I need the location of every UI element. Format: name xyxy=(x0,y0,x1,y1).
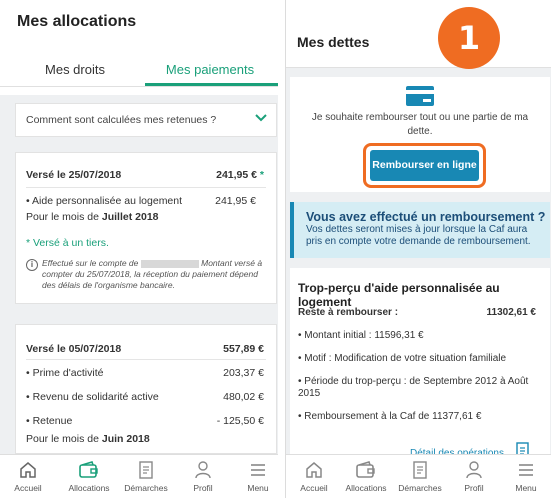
dettes-screen: Mes dettes 1 Je souhaite rembourser tout… xyxy=(285,0,551,498)
info-text-start: Effectué sur le compte de xyxy=(42,258,141,268)
document-icon xyxy=(413,461,427,479)
payment-line: • Aide personnalisée au logement 241,95 … xyxy=(26,195,264,207)
nav-profil[interactable]: Profil xyxy=(446,460,502,493)
refund-online-button[interactable]: Rembourser en ligne xyxy=(370,150,479,181)
chevron-down-icon xyxy=(254,110,268,129)
detail-item: • Période du trop-perçu : de Septembre 2… xyxy=(298,376,529,399)
remaining-label: Reste à rembourser : xyxy=(298,307,399,318)
month-value: Juin 2018 xyxy=(101,433,150,445)
payment-month: Pour le mois de Juillet 2018 xyxy=(26,211,264,223)
payment-total: 241,95 € * xyxy=(216,169,264,181)
dettes-header: Mes dettes xyxy=(286,0,551,68)
payment-line-label: • Revenu de solidarité active xyxy=(26,391,159,403)
payment-date: Versé le 25/07/2018 xyxy=(26,169,122,181)
payment-date: Versé le 05/07/2018 xyxy=(26,343,122,355)
redacted-account xyxy=(140,259,199,268)
payment-line-amount: 203,37 € xyxy=(223,367,264,379)
payment-line: • Retenue - 125,50 € xyxy=(26,415,264,427)
payment-line: • Revenu de solidarité active 480,02 € xyxy=(26,391,264,403)
nav-accueil[interactable]: Accueil xyxy=(286,460,342,493)
nav-label: Allocations xyxy=(345,483,387,493)
nav-label: Menu xyxy=(247,483,269,493)
user-icon xyxy=(195,461,211,479)
allocations-header: Mes allocations Mes droits Mes paiements xyxy=(0,0,278,95)
payment-line: • Prime d'activité 203,37 € xyxy=(26,367,264,379)
nav-label: Démarches xyxy=(398,483,442,493)
divider xyxy=(26,187,266,188)
user-icon xyxy=(466,461,482,479)
tab-mes-paiements[interactable]: Mes paiements xyxy=(145,62,275,77)
payment-line-amount: - 125,50 € xyxy=(216,415,264,427)
month-prefix: Pour le mois de xyxy=(26,211,102,223)
nav-label: Accueil xyxy=(14,483,42,493)
payment-line-label: • Retenue xyxy=(26,415,73,427)
month-prefix: Pour le mois de xyxy=(26,433,102,445)
nav-demarches[interactable]: Démarches xyxy=(118,460,174,493)
nav-label: Démarches xyxy=(124,483,168,493)
detail-item: • Montant initial : 11596,31 € xyxy=(298,330,424,341)
payment-header: Versé le 25/07/2018 241,95 € * xyxy=(26,169,264,181)
payment-total-amount: 241,95 € xyxy=(216,169,257,181)
payment-info: i Effectué sur le compte de Montant vers… xyxy=(26,258,266,291)
accordion-label: Comment sont calculées mes retenues ? xyxy=(26,114,217,126)
wallet-icon xyxy=(356,461,375,478)
bottom-nav: Accueil Allocations Démarches Profil Men… xyxy=(0,454,278,498)
payment-month: Pour le mois de Juin 2018 xyxy=(26,433,264,445)
payment-line-label: • Aide personnalisée au logement xyxy=(26,195,183,207)
nav-label: Allocations xyxy=(68,483,110,493)
tab-mes-droits[interactable]: Mes droits xyxy=(10,62,140,77)
refund-card: Je souhaite rembourser tout ou une parti… xyxy=(290,77,550,192)
retenues-accordion[interactable]: Comment sont calculées mes retenues ? xyxy=(15,103,277,137)
hamburger-icon xyxy=(251,464,265,476)
remaining-balance: Reste à rembourser : 11302,61 € xyxy=(298,307,542,319)
payment-card: Versé le 05/07/2018 557,89 € • Prime d'a… xyxy=(15,324,277,454)
divider xyxy=(26,359,266,360)
step-badge: 1 xyxy=(438,7,500,69)
overpayment-card: Trop-perçu d'aide personnalisée au logem… xyxy=(290,268,550,459)
hamburger-icon xyxy=(519,464,533,476)
notice-body: Vos dettes seront mises à jour lorsque l… xyxy=(306,224,531,247)
month-value: Juillet 2018 xyxy=(101,211,159,223)
allocations-screen: Mes allocations Mes droits Mes paiements… xyxy=(0,0,278,498)
refund-description: Je souhaite rembourser tout ou une parti… xyxy=(311,112,529,137)
home-icon xyxy=(20,462,36,478)
bottom-nav: Accueil Allocations Démarches Profil Men… xyxy=(286,454,551,498)
credit-card-icon xyxy=(406,86,434,106)
nav-label: Accueil xyxy=(300,483,328,493)
nav-accueil[interactable]: Accueil xyxy=(0,460,56,493)
nav-menu[interactable]: Menu xyxy=(230,460,278,493)
active-tab-indicator xyxy=(145,83,278,86)
nav-demarches[interactable]: Démarches xyxy=(392,460,448,493)
payment-header: Versé le 05/07/2018 557,89 € xyxy=(26,343,264,355)
payment-card: Versé le 25/07/2018 241,95 € * • Aide pe… xyxy=(15,152,277,304)
overpayment-title: Trop-perçu d'aide personnalisée au logem… xyxy=(298,281,500,309)
nav-allocations[interactable]: Allocations xyxy=(61,460,117,493)
nav-label: Menu xyxy=(515,483,537,493)
page-title: Mes allocations xyxy=(17,13,137,30)
nav-allocations[interactable]: Allocations xyxy=(338,460,394,493)
nav-label: Profil xyxy=(464,483,484,493)
screen-gap xyxy=(278,0,285,498)
home-icon xyxy=(306,462,322,478)
document-icon xyxy=(139,461,153,479)
payment-line-label: • Prime d'activité xyxy=(26,367,104,379)
nav-label: Profil xyxy=(193,483,213,493)
info-icon: i xyxy=(26,259,38,271)
third-party-marker: * xyxy=(259,169,264,181)
remaining-amount: 11302,61 € xyxy=(486,307,537,318)
detail-item: • Remboursement à la Caf de 11377,61 € xyxy=(298,411,482,422)
refund-button-highlight: Rembourser en ligne xyxy=(363,143,486,188)
refund-notice: Vous avez effectué un remboursement ? Vo… xyxy=(290,202,550,258)
page-title: Mes dettes xyxy=(297,34,370,50)
notice-title: Vous avez effectué un remboursement ? xyxy=(306,210,546,224)
payment-line-amount: 480,02 € xyxy=(223,391,264,403)
payment-line-amount: 241,95 € xyxy=(215,195,256,207)
wallet-icon xyxy=(79,461,98,478)
nav-menu[interactable]: Menu xyxy=(498,460,551,493)
detail-item: • Motif : Modification de votre situatio… xyxy=(298,353,507,364)
tab-divider xyxy=(0,86,278,87)
nav-profil[interactable]: Profil xyxy=(175,460,231,493)
payment-total: 557,89 € xyxy=(223,343,264,355)
third-party-note: * Versé à un tiers. xyxy=(26,237,109,249)
